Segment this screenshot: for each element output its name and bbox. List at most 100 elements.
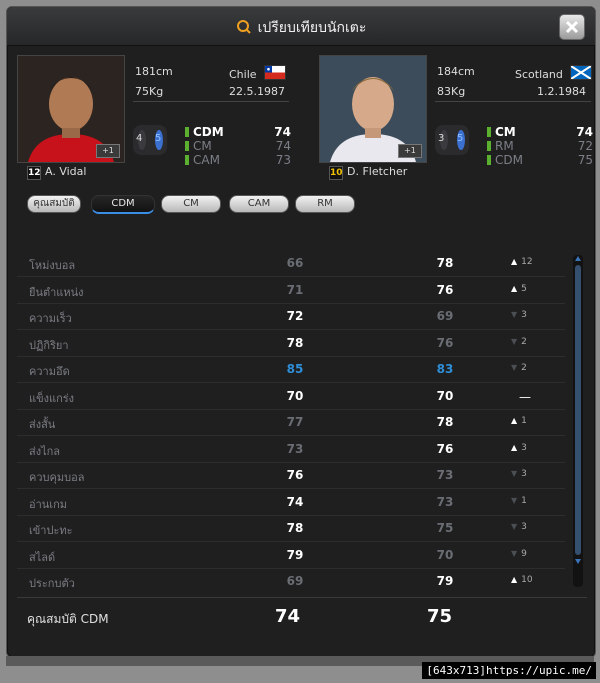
summary-label: คุณสมบัติ CDM <box>27 612 109 626</box>
position-row: CM 74 <box>185 139 301 153</box>
tab-attributes[interactable]: คุณสมบัติ <box>27 195 81 213</box>
stats-table: โหม่งบอล 66 78 ▲ 12 ยืนตำแหน่ง 71 76 ▲ 5 ความเร็ว 7… <box>17 235 573 591</box>
stat-row: ควบคุมบอล 76 73 ▼ 3 <box>17 462 565 489</box>
stat-value-2: 76 <box>436 441 454 456</box>
stat-value-2: 69 <box>436 309 454 323</box>
stat-label: ยืนตำแหน่ง <box>29 285 84 299</box>
player-photo-1: +1 <box>17 55 125 163</box>
watermark: [643x713]https://upic.me/ <box>422 662 596 679</box>
stat-diff: ▼ 3 <box>511 522 561 532</box>
nation-1: Chile <box>229 65 287 81</box>
stat-row: ประกบตัว 69 79 ▲ 10 <box>17 568 565 591</box>
birth-1: 22.5.1987 <box>229 85 285 98</box>
foot-right-2: 5 <box>457 133 464 144</box>
stat-label: โหม่งบอล <box>29 259 76 272</box>
stat-value-1: 72 <box>286 309 304 323</box>
stat-value-1: 71 <box>286 282 304 297</box>
close-button[interactable] <box>559 14 585 40</box>
stats-scrollbar[interactable] <box>573 255 583 587</box>
stat-value-1: 66 <box>286 256 304 270</box>
stat-row: เข้าปะทะ 78 75 ▼ 3 <box>17 515 565 542</box>
stat-value-2: 70 <box>436 547 454 562</box>
stat-label: แข็งแกร่ง <box>29 391 75 405</box>
foot-rating-1: 4 5 <box>133 125 167 155</box>
stat-value-1: 74 <box>286 494 304 509</box>
stat-diff-value: 10 <box>521 575 533 585</box>
foot-right-1: 5 <box>155 133 162 144</box>
divider-1 <box>133 101 289 102</box>
height-1: 181cm <box>135 65 173 78</box>
tab-rm[interactable]: RM <box>295 195 355 213</box>
position-list-2: CM 74 RM 72 CDM 75 <box>487 125 600 167</box>
nation-2: Scotland <box>515 65 593 81</box>
stat-diff: ▲ 5 <box>511 284 561 294</box>
stat-label: ส่งสั้น <box>29 418 56 431</box>
player-name-2: D. Fletcher <box>347 165 408 178</box>
stat-diff: ▼ 2 <box>511 363 561 373</box>
search-icon <box>236 20 251 34</box>
stat-label: ความเร็ว <box>29 312 72 325</box>
stat-label: ควบคุมบอล <box>29 471 85 484</box>
position-row: CDM 74 <box>185 125 301 139</box>
stat-diff-value: 3 <box>521 522 527 532</box>
title-bar: เปรียบเทียบนักเตะ <box>7 7 595 46</box>
stat-label: ปฏิกิริยา <box>29 338 69 352</box>
down-arrow-icon: ▼ <box>511 469 518 478</box>
tab-cam[interactable]: CAM <box>229 195 289 213</box>
stat-value-2: 76 <box>436 282 454 297</box>
stat-diff-value: 2 <box>521 336 527 347</box>
stat-label: สไลด์ <box>29 550 56 564</box>
title: เปรียบเทียบนักเตะ <box>7 17 595 39</box>
stat-value-1: 85 <box>286 362 304 376</box>
height-2: 184cm <box>437 65 475 78</box>
stat-value-2: 79 <box>436 574 454 588</box>
stat-diff-value: 3 <box>521 469 527 479</box>
down-arrow-icon: ▼ <box>511 522 518 531</box>
stat-diff-value: 3 <box>521 442 527 453</box>
stat-value-2: 83 <box>436 362 454 376</box>
weight-2: 83Kg <box>437 85 466 98</box>
stat-value-1: 70 <box>286 388 304 403</box>
stat-diff-value: 2 <box>521 363 527 373</box>
stat-row: ส่งไกล 73 76 ▲ 3 <box>17 436 565 463</box>
summary-value-1: 74 <box>275 606 301 627</box>
stat-row: ส่งสั้น 77 78 ▲ 1 <box>17 409 565 436</box>
stat-row: ความเร็ว 72 69 ▼ 3 <box>17 303 565 330</box>
up-arrow-icon: ▲ <box>511 416 518 425</box>
up-arrow-icon: ▲ <box>511 257 518 266</box>
scroll-up-icon[interactable] <box>574 255 582 263</box>
plus-badge-1: +1 <box>96 144 120 158</box>
plus-badge-2: +1 <box>398 144 422 158</box>
stat-row: ปฏิกิริยา 78 76 ▼ 2 <box>17 330 565 357</box>
position-list-1: CDM 74 CM 74 CAM 73 <box>185 125 301 167</box>
stat-value-2: 75 <box>436 521 454 535</box>
stat-diff: ▼ 2 <box>511 337 561 347</box>
scroll-thumb[interactable] <box>575 265 581 555</box>
stat-diff: ▲ 12 <box>511 257 561 267</box>
stat-value-1: 76 <box>286 468 304 482</box>
chile-flag-icon <box>264 65 287 80</box>
divider-2 <box>435 101 591 102</box>
stat-value-2: 78 <box>436 415 454 429</box>
up-arrow-icon: ▲ <box>511 283 518 293</box>
stat-value-1: 69 <box>286 574 304 588</box>
stat-diff: ▲ 1 <box>511 416 561 426</box>
position-row: CDM 75 <box>487 153 600 167</box>
tab-cdm[interactable]: CDM <box>91 195 155 214</box>
foot-left-1: 4 <box>136 133 143 144</box>
stat-diff: ▼ 3 <box>511 469 561 479</box>
nation-name-2: Scotland <box>515 68 563 81</box>
stat-value-2: 76 <box>436 335 454 350</box>
scroll-down-icon[interactable] <box>574 557 582 565</box>
stat-value-1: 73 <box>286 441 304 456</box>
stat-value-2: 73 <box>436 468 454 482</box>
stat-label: ความอึด <box>29 365 70 378</box>
player-name-1: A. Vidal <box>45 165 87 178</box>
foot-rating-2: 3 5 <box>435 125 469 155</box>
tab-cm[interactable]: CM <box>161 195 221 213</box>
player-photo-2: +1 <box>319 55 427 163</box>
stat-value-2: 78 <box>436 256 454 270</box>
nation-name-1: Chile <box>229 68 257 81</box>
position-row: RM 72 <box>487 139 600 153</box>
summary-row: คุณสมบัติ CDM 74 75 <box>17 597 587 650</box>
